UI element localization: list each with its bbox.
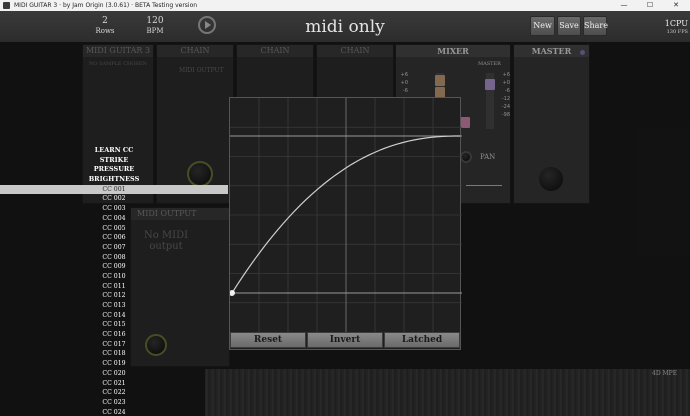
cc-item[interactable]: CC 013 (0, 301, 228, 311)
cc-item[interactable]: CC 009 (0, 262, 228, 272)
cc-item[interactable]: CC 007 (0, 243, 228, 253)
cc-item[interactable]: CC 003 (0, 204, 228, 214)
cc-item[interactable]: CC 001 (0, 184, 228, 195)
bpm-control[interactable]: 120 BPM (140, 16, 170, 36)
cc-item[interactable]: CC 021 (0, 379, 228, 389)
cc-item[interactable]: CC 016 (0, 330, 228, 340)
window-titlebar: MIDI GUITAR 3 · by Jam Origin (3.0.61) ·… (0, 0, 690, 11)
play-button[interactable] (198, 16, 216, 34)
cc-menu-label: PRESSURE (93, 165, 135, 174)
cc-item[interactable]: CC 012 (0, 291, 228, 301)
curve-start-handle (230, 290, 235, 296)
cc-item[interactable]: CC 002 (0, 194, 228, 204)
curve-button-bar: Reset Invert Latched (229, 331, 461, 349)
cc-item[interactable]: CC 010 (0, 272, 228, 282)
invert-button[interactable]: Invert (307, 332, 383, 348)
app-icon (3, 2, 10, 9)
cc-item[interactable]: CC 008 (0, 253, 228, 263)
window-title: MIDI GUITAR 3 · by Jam Origin (3.0.61) ·… (14, 2, 198, 9)
cc-item[interactable]: CC 011 (0, 282, 228, 292)
new-button[interactable]: New (530, 16, 555, 36)
close-button[interactable]: ✕ (666, 0, 686, 11)
cc-item[interactable]: CC 018 (0, 349, 228, 359)
cc-menu-label: BRIGHTNESS (88, 175, 140, 184)
rows-control[interactable]: 2 Rows (90, 16, 120, 36)
cc-item[interactable]: CC 006 (0, 233, 228, 243)
rows-value: 2 (102, 16, 108, 26)
curve-graph[interactable] (230, 98, 462, 332)
cc-item[interactable]: CC 022 (0, 388, 228, 398)
fps-label: 130 FPS (666, 29, 688, 35)
latched-button[interactable]: Latched (384, 332, 460, 348)
patch-name[interactable]: midi only (260, 17, 430, 37)
minimize-button[interactable]: — (614, 0, 634, 11)
cpu-label: 1CPU (664, 19, 688, 28)
cc-item[interactable]: CC 015 (0, 320, 228, 330)
cc-menu: LEARN CC STRIKE PRESSURE BRIGHTNESS CC 0… (0, 146, 228, 416)
top-toolbar: 2 Rows 120 BPM midi only New Save Share … (0, 11, 690, 43)
cc-item[interactable]: CC 019 (0, 359, 228, 369)
cc-item[interactable]: CC 024 (0, 408, 228, 416)
cc-menu-label: LEARN CC (94, 146, 134, 154)
cc-menu-label: STRIKE (99, 155, 129, 164)
save-button[interactable]: Save (557, 16, 581, 36)
play-icon (205, 21, 211, 29)
maximize-button[interactable]: ☐ (640, 0, 660, 11)
cc-item[interactable]: CC 017 (0, 340, 228, 350)
share-button[interactable]: Share (583, 16, 608, 36)
cpu-meter: 1CPU 130 FPS (656, 19, 688, 37)
rows-label: Rows (95, 27, 115, 35)
bpm-label: BPM (146, 27, 164, 35)
bpm-value: 120 (146, 16, 164, 26)
cc-item[interactable]: CC 023 (0, 398, 228, 408)
curve-editor[interactable] (229, 97, 462, 350)
reset-button[interactable]: Reset (230, 332, 306, 348)
cc-item[interactable]: CC 005 (0, 224, 228, 234)
cc-item[interactable]: CC 014 (0, 311, 228, 321)
cc-item[interactable]: CC 020 (0, 369, 228, 379)
cc-item[interactable]: CC 004 (0, 214, 228, 224)
